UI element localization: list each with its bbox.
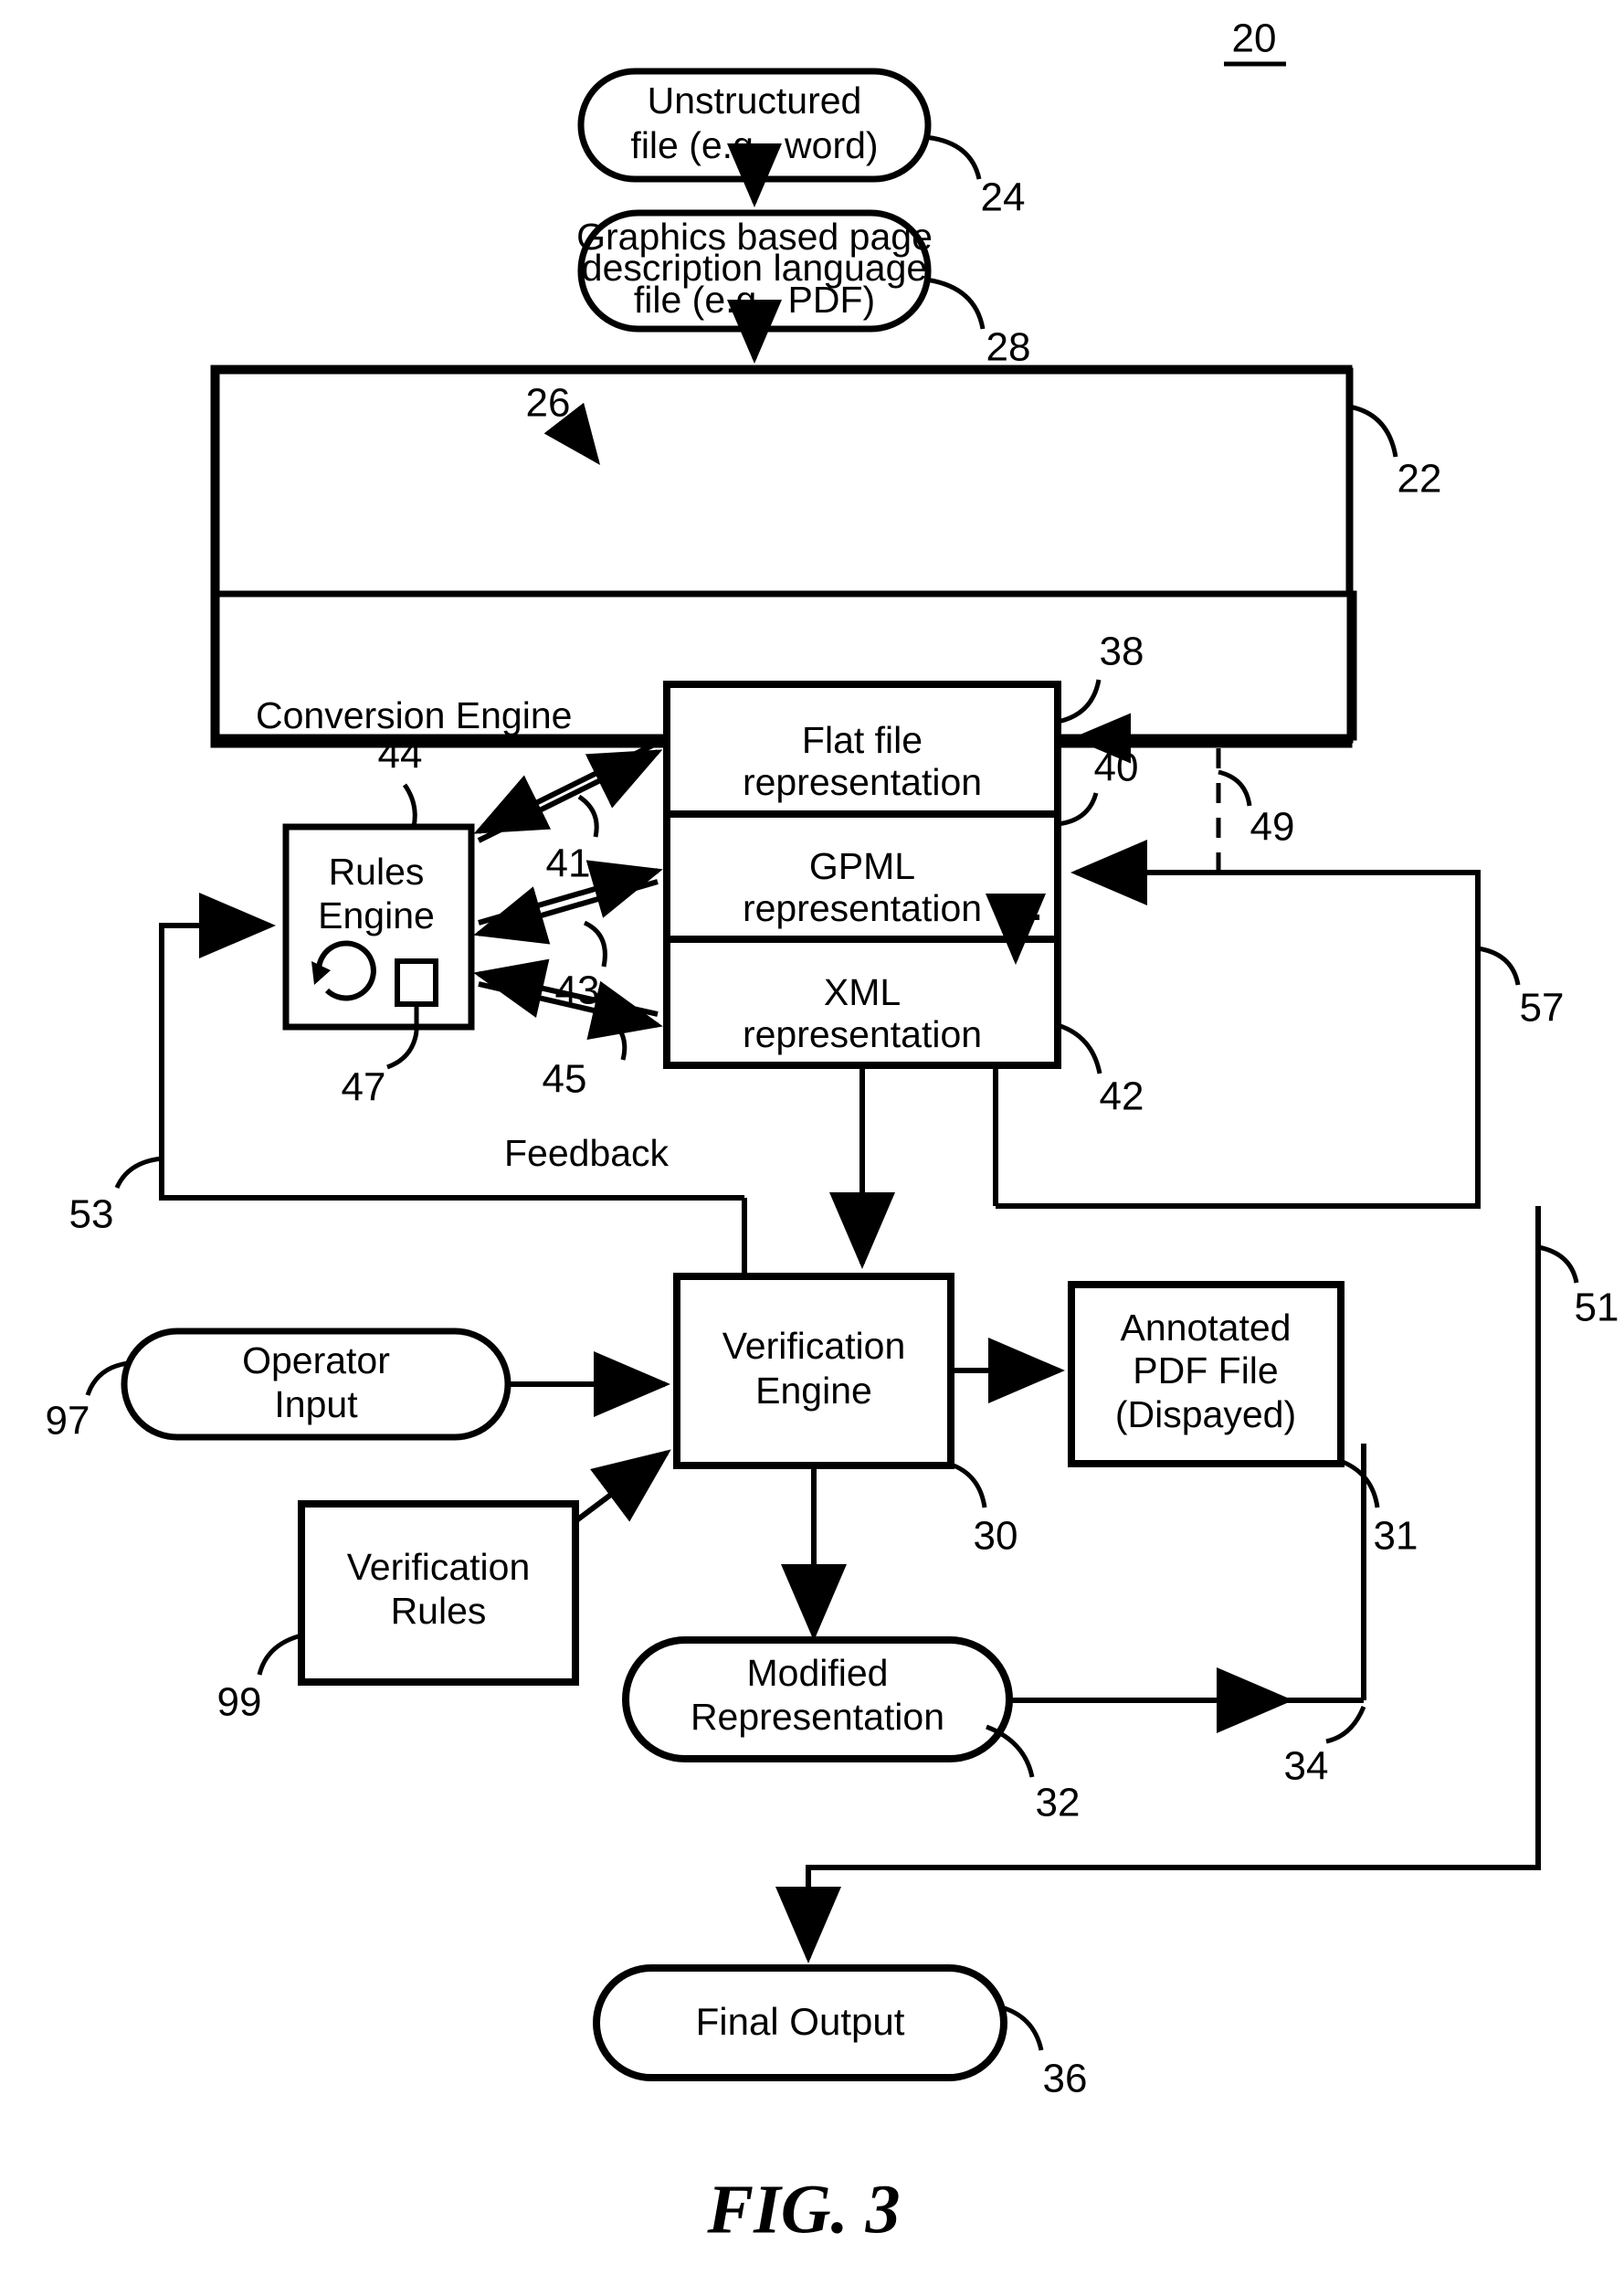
gpml-line1: GPML (809, 845, 915, 887)
node-rules-engine: Rules Engine 47 44 (282, 733, 475, 1110)
node-verification-engine: Verification Engine 30 (673, 1273, 1018, 1559)
system-ref-20: 20 (1224, 16, 1286, 67)
leader-22 (1348, 404, 1398, 458)
leader-28 (925, 277, 986, 330)
verification-rules-line2: Rules (391, 1590, 487, 1632)
node-verification-rules: Verification Rules 99 (217, 1500, 579, 1725)
leader-43 (583, 920, 607, 968)
ref-label-28: 28 (986, 325, 1031, 370)
leader-44 (402, 783, 417, 828)
xml-line2: representation (743, 1013, 982, 1055)
leader-57 (1477, 946, 1521, 986)
ref-label-31: 31 (1374, 1514, 1418, 1559)
leader-53 (114, 1156, 163, 1190)
leader-24 (923, 134, 982, 180)
flat-file-line1: Flat file (802, 719, 923, 761)
rules-engine-line2: Engine (318, 894, 435, 936)
ref-label-57: 57 (1520, 986, 1565, 1031)
ref-label-32: 32 (1036, 1781, 1081, 1825)
rules-engine-line1: Rules (329, 851, 425, 893)
ref-label-97: 97 (46, 1399, 90, 1444)
rules-representation-links: 41 43 45 (473, 740, 663, 1102)
unstructured-file-line1: Unstructured (648, 79, 862, 122)
unstructured-file-line2: file (e.g., word) (630, 124, 878, 166)
ref-label-22: 22 (1397, 457, 1442, 502)
modified-representation-line1: Modified (747, 1652, 889, 1694)
leader-49 (1218, 769, 1252, 807)
ref-label-34: 34 (1284, 1744, 1329, 1789)
leader-99 (257, 1633, 302, 1676)
ref-label-20: 20 (1232, 16, 1277, 61)
annotated-pdf-line1: Annotated (1121, 1307, 1292, 1349)
pdl-file-line3: file (e.g., PDF) (634, 279, 875, 321)
conversion-engine-label: Conversion Engine (256, 694, 572, 736)
leader-34 (1325, 1706, 1366, 1744)
node-modified-representation: Modified Representation 32 (622, 1636, 1081, 1825)
leader-45 (603, 1013, 627, 1061)
operator-input-line2: Input (274, 1383, 358, 1425)
return-path-57 (996, 840, 1481, 1209)
leader-47 (386, 1031, 419, 1070)
final-output-label: Final Output (696, 2000, 905, 2043)
flow-diagram: 20 Unstructured file (e.g., word) 24 Gra… (46, 16, 1619, 2248)
leader-41 (577, 794, 599, 838)
verification-engine-line1: Verification (722, 1325, 906, 1367)
verification-engine-line2: Engine (755, 1370, 872, 1412)
patent-figure-canvas: 20 Unstructured file (e.g., word) 24 Gra… (0, 0, 1624, 2296)
leader-31 (1341, 1459, 1380, 1508)
modified-representation-line2: Representation (691, 1696, 944, 1738)
ref-label-99: 99 (217, 1680, 262, 1725)
ref-label-41: 41 (546, 841, 591, 886)
xml-line1: XML (824, 971, 901, 1013)
node-pdl-file: Graphics based page description language… (576, 209, 1031, 370)
annotated-pdf-line2: PDF File (1133, 1349, 1278, 1391)
ref-label-26: 26 (526, 381, 571, 426)
node-unstructured-file: Unstructured file (e.g., word) 24 (577, 68, 1026, 220)
ref-label-30: 30 (974, 1514, 1018, 1559)
node-final-output: Final Output 36 (593, 1964, 1088, 2101)
ref-label-51: 51 (1575, 1286, 1619, 1330)
arrow-verification-rules-to-engine (574, 1449, 671, 1524)
node-operator-input: Operator Input 97 (46, 1328, 511, 1444)
ref-label-53: 53 (69, 1192, 114, 1237)
leader-42 (1057, 1022, 1102, 1074)
ref-label-44: 44 (378, 733, 423, 778)
ref-label-45: 45 (543, 1057, 587, 1102)
verification-rules-line1: Verification (347, 1546, 531, 1588)
feedback-label: Feedback (504, 1132, 670, 1174)
ref-label-42: 42 (1100, 1074, 1144, 1119)
annotated-pdf-line3: (Dispayed) (1115, 1393, 1296, 1435)
ref-label-38: 38 (1100, 630, 1144, 674)
ref-label-40: 40 (1094, 746, 1139, 790)
arrow-flatfile-to-rules (473, 740, 659, 834)
ref-label-24: 24 (981, 175, 1026, 220)
arrow-gpml-to-rules (473, 879, 659, 945)
leader-51 (1537, 1244, 1579, 1284)
flat-file-line2: representation (743, 761, 982, 803)
arrow-rules-to-flatfile (477, 749, 663, 843)
figure-caption: FIG. 3 (706, 2171, 900, 2248)
ref-label-47: 47 (342, 1065, 386, 1110)
gpml-line2: representation (743, 887, 982, 929)
ref-label-49: 49 (1250, 805, 1295, 850)
rule-token-square-icon (395, 958, 438, 1007)
operator-input-line1: Operator (242, 1339, 390, 1381)
leader-40 (1057, 792, 1099, 827)
ref-label-36: 36 (1043, 2057, 1088, 2101)
leader-30 (952, 1463, 987, 1508)
